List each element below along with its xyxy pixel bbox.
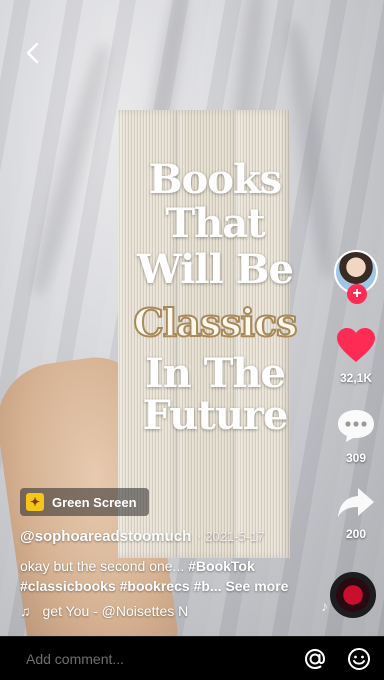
like-count: 32,1K: [339, 371, 373, 385]
floating-music-note-icon: ♪: [321, 598, 328, 614]
like-button[interactable]: 32,1K: [328, 328, 384, 385]
hashtag-links[interactable]: #classicbooks #bookrecs #b...: [20, 578, 222, 594]
share-arrow-icon: [338, 488, 374, 517]
fabric-fold: [26, 41, 116, 299]
at-icon[interactable]: [302, 646, 328, 672]
caption-text: okay but the second one...: [20, 558, 189, 574]
overlay-title-line: Future: [142, 392, 289, 439]
post-date: · 2021-5-17: [197, 529, 265, 544]
share-button[interactable]: 200: [328, 486, 384, 541]
effect-chip[interactable]: ✦ Green Screen: [20, 488, 149, 516]
comment-bar: [0, 636, 384, 680]
overlay-title-line: In The: [144, 350, 286, 397]
overlay-title-line: Books: [148, 156, 282, 203]
comment-count: 309: [345, 451, 367, 465]
author-username[interactable]: @sophoareadstoomuch: [20, 528, 191, 545]
overlay-title-line: Will Be: [137, 246, 294, 293]
music-ticker[interactable]: ♫ get You - @Noisettes N: [20, 603, 320, 619]
share-count: 200: [345, 527, 367, 541]
plus-icon: +: [352, 285, 362, 302]
heart-icon: [337, 328, 375, 362]
follow-button[interactable]: +: [347, 284, 367, 304]
green-screen-effect-icon: ✦: [26, 493, 44, 511]
hashtag-link[interactable]: #BookTok: [188, 558, 255, 574]
comment-input[interactable]: [26, 650, 284, 667]
chevron-left-icon: [26, 42, 39, 64]
comment-button[interactable]: 309: [328, 408, 384, 465]
music-track-title: get You - @Noisettes N: [42, 603, 189, 619]
comment-bubble-icon: [338, 410, 374, 442]
music-disc-icon[interactable]: [330, 572, 376, 618]
music-note-icon: ♫: [20, 603, 31, 619]
see-more-link[interactable]: See more: [225, 578, 288, 594]
effect-label: Green Screen: [52, 494, 137, 510]
creator-avatar-button[interactable]: +: [334, 250, 378, 310]
action-rail: + 32,1K 309 200: [328, 0, 384, 636]
caption: okay but the second one... #BookTok #cla…: [20, 556, 320, 596]
overlay-title-line: Classics: [132, 299, 298, 346]
emoji-icon[interactable]: [346, 646, 372, 672]
back-button[interactable]: [20, 40, 46, 66]
author-line: @sophoareadstoomuch · 2021-5-17: [20, 528, 265, 545]
overlay-title-line: That: [165, 200, 265, 247]
